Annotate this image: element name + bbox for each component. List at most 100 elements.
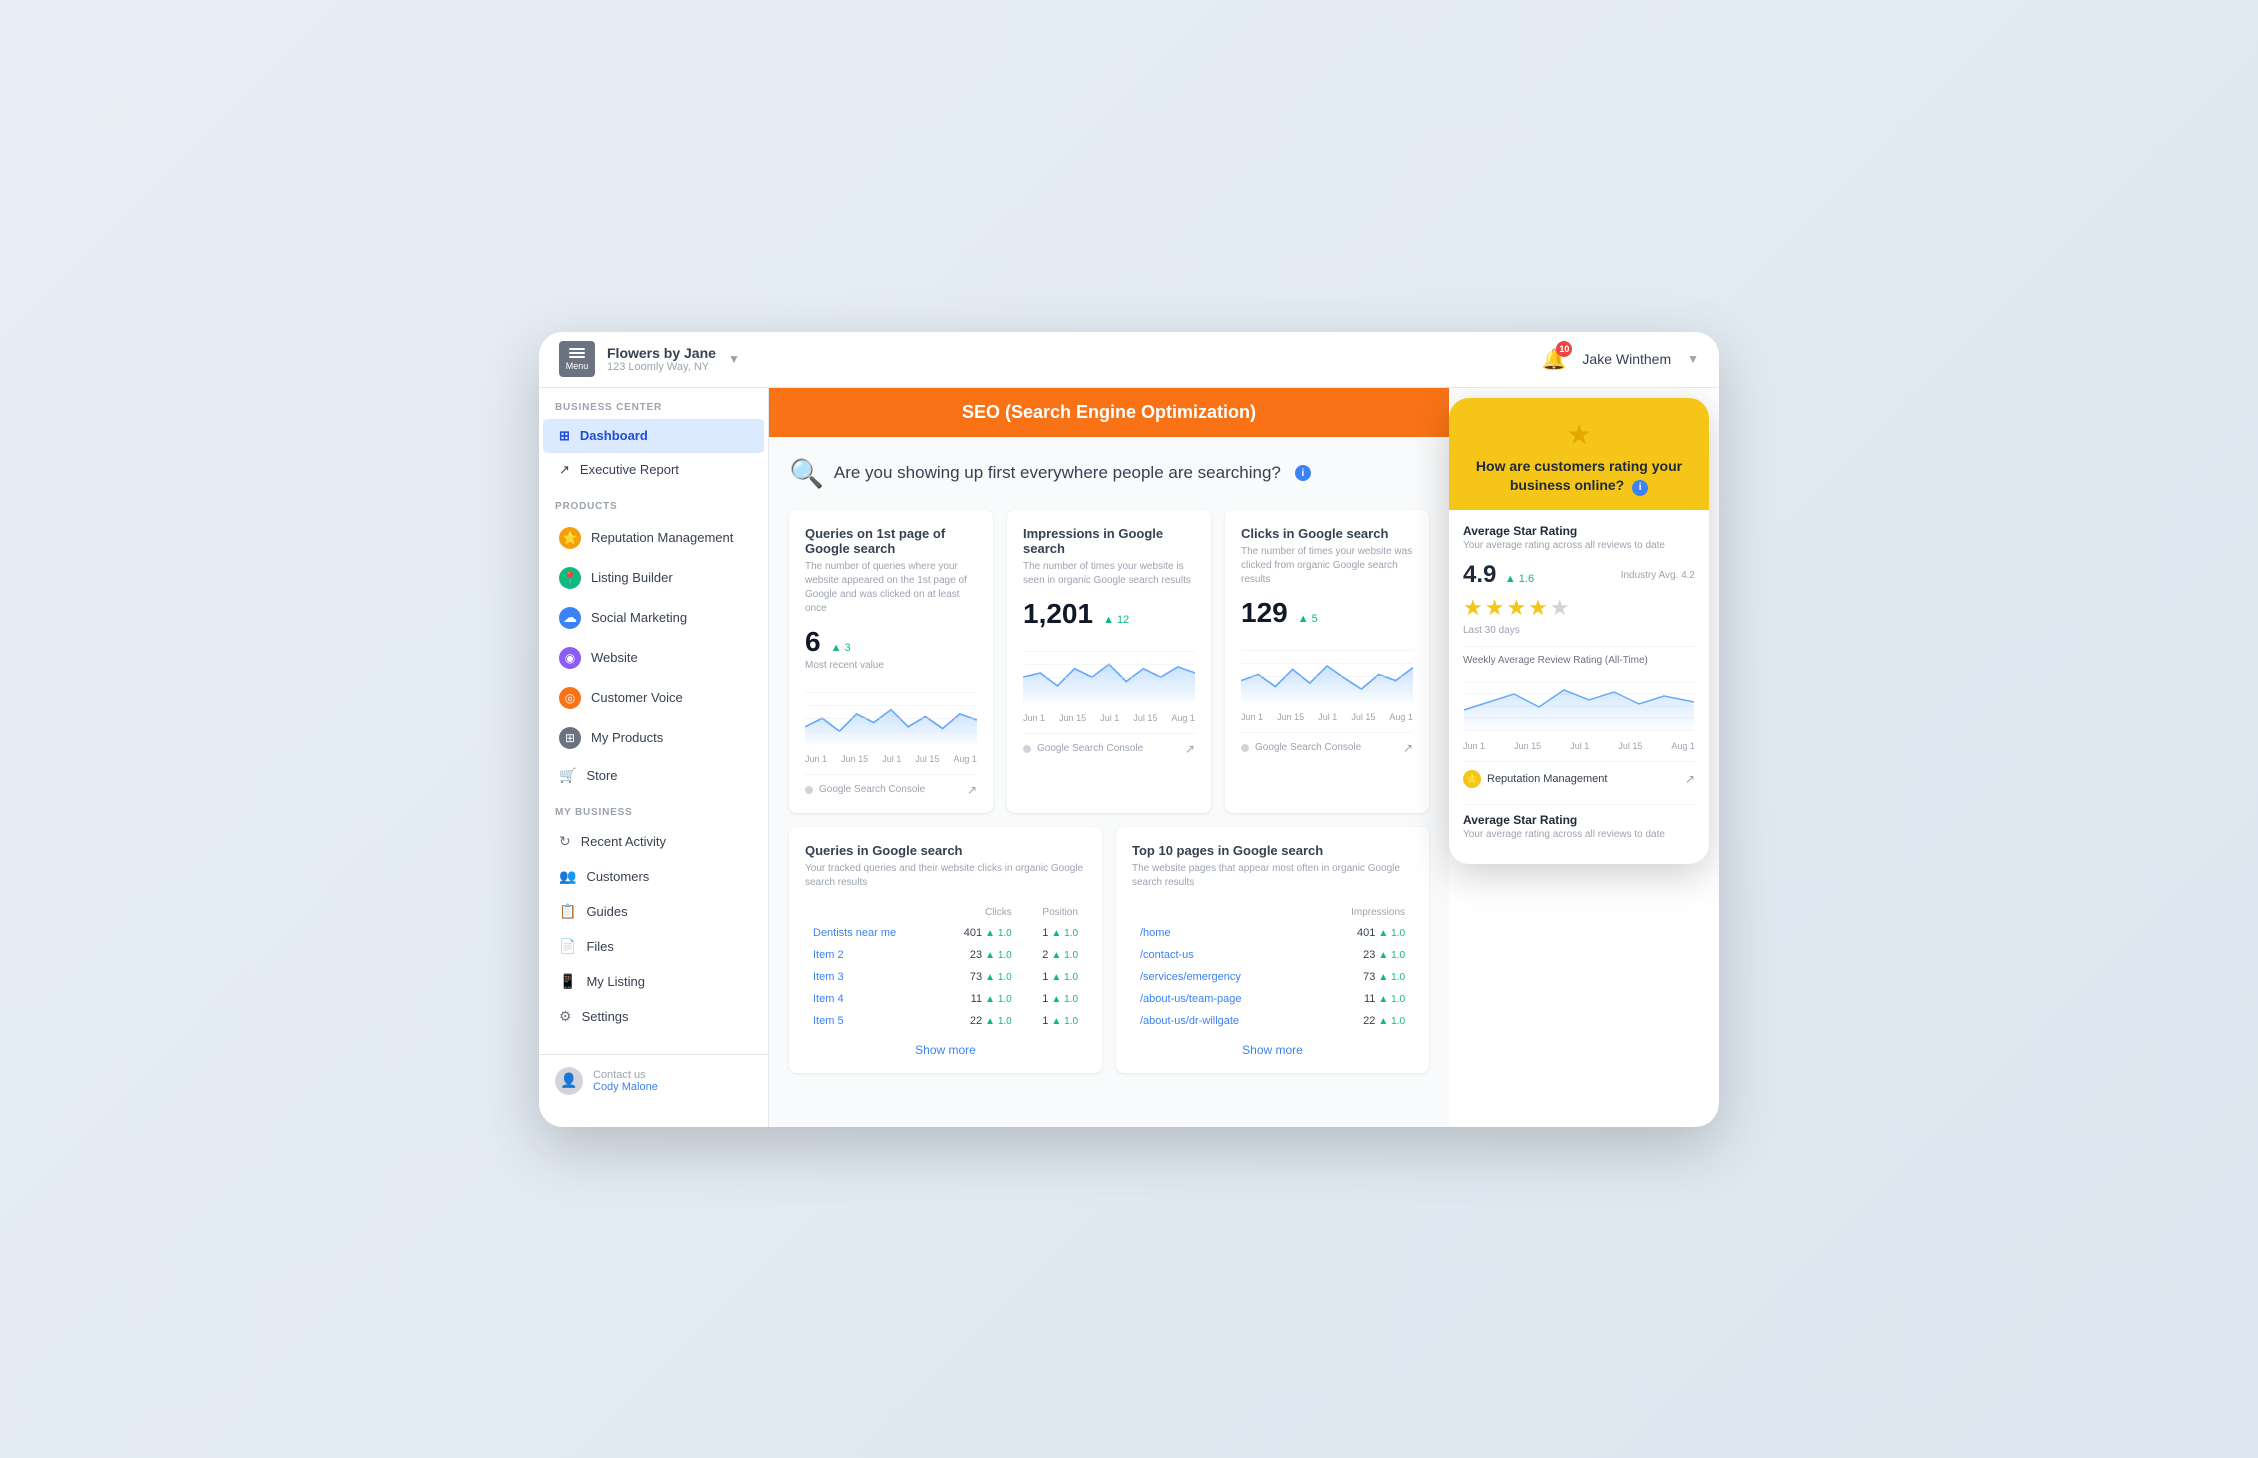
settings-icon: ⚙ xyxy=(559,1008,572,1025)
listing-label: Listing Builder xyxy=(591,570,673,585)
rep-avg-sub: Your average rating across all reviews t… xyxy=(1463,540,1695,551)
recent-activity-label: Recent Activity xyxy=(581,834,666,849)
table-row: /about-us/dr-willgate 22 ▲ 1.0 xyxy=(1134,1011,1411,1031)
notification-bell[interactable]: 🔔 10 xyxy=(1542,347,1567,372)
top-bar: Menu Flowers by Jane 123 Loomly Way, NY … xyxy=(539,332,1719,388)
customer-voice-label: Customer Voice xyxy=(591,690,683,705)
table-row: Item 3 73 ▲ 1.0 1 ▲ 1.0 xyxy=(807,967,1084,987)
top-bar-right: 🔔 10 Jake Winthem ▼ xyxy=(1542,347,1700,372)
sidebar-item-my-listing[interactable]: 📱 My Listing xyxy=(543,964,764,999)
content-area: SEO (Search Engine Optimization) 🔍 Are y… xyxy=(769,388,1449,1127)
sidebar-item-executive-report[interactable]: ↗ Executive Report xyxy=(543,453,764,487)
sidebar-item-social[interactable]: ☁ Social Marketing xyxy=(543,598,764,638)
rep-chart xyxy=(1463,672,1695,732)
queries-show-more[interactable]: Show more xyxy=(805,1043,1086,1057)
rep-stars: ★★★★★ xyxy=(1463,595,1695,621)
notification-count: 10 xyxy=(1556,341,1572,357)
sidebar-item-my-products[interactable]: ⊞ My Products xyxy=(543,718,764,758)
rep-source-row: ⭐ Reputation Management ↗ xyxy=(1463,761,1695,796)
business-name: Flowers by Jane xyxy=(607,345,716,361)
rep-divider2 xyxy=(1463,804,1695,805)
files-label: Files xyxy=(586,939,613,954)
reputation-label: Reputation Management xyxy=(591,530,733,545)
listing-icon: 📍 xyxy=(559,567,581,589)
stat-value-queries: 6 xyxy=(805,626,821,658)
rep-period: Last 30 days xyxy=(1463,625,1695,636)
customer-voice-icon: ◎ xyxy=(559,687,581,709)
rep-divider xyxy=(1463,646,1695,647)
rep-rating-value: 4.9 xyxy=(1463,561,1496,588)
chart-clicks xyxy=(1241,637,1413,707)
contact-section: 👤 Contact us Cody Malone xyxy=(539,1054,768,1107)
pages-table: Impressions /home 401 ▲ 1.0 /contact-us xyxy=(1132,902,1413,1033)
sidebar-item-files[interactable]: 📄 Files xyxy=(543,929,764,964)
user-dropdown-icon[interactable]: ▼ xyxy=(1687,352,1699,366)
rep-chart-xaxis: Jun 1Jun 15Jul 1Jul 15Aug 1 xyxy=(1463,741,1695,751)
rep-avg-title2: Average Star Rating xyxy=(1463,813,1695,827)
sidebar-item-reputation[interactable]: ⭐ Reputation Management xyxy=(543,518,764,558)
reputation-panel: ★ How are customers rating your business… xyxy=(1449,398,1709,865)
sidebar-item-guides[interactable]: 📋 Guides xyxy=(543,894,764,929)
user-name: Jake Winthem xyxy=(1582,351,1671,367)
rep-ext-link[interactable]: ↗ xyxy=(1685,772,1695,786)
queries-table-desc: Your tracked queries and their website c… xyxy=(805,862,1086,890)
top-bar-left: Menu Flowers by Jane 123 Loomly Way, NY … xyxy=(559,341,740,377)
rep-rating-row: 4.9 ▲ 1.6 Industry Avg. 4.2 xyxy=(1463,561,1695,589)
rep-star-icon: ★ xyxy=(1465,418,1693,451)
seo-info-badge[interactable]: i xyxy=(1295,465,1311,481)
stat-card-impressions: Impressions in Google search The number … xyxy=(1007,510,1211,813)
contact-label: Contact us xyxy=(593,1069,658,1081)
business-dropdown-icon[interactable]: ▼ xyxy=(728,352,740,366)
chart-source-clicks: Google Search Console ↗ xyxy=(1241,732,1413,755)
queries-table-title: Queries in Google search xyxy=(805,843,1086,858)
stat-title-queries: Queries on 1st page of Google search xyxy=(805,526,977,556)
sidebar-item-dashboard[interactable]: ⊞ Dashboard xyxy=(543,419,764,453)
stat-card-queries: Queries on 1st page of Google search The… xyxy=(789,510,993,813)
sidebar-executive-label: Executive Report xyxy=(580,462,679,477)
sidebar-item-customers[interactable]: 👥 Customers xyxy=(543,859,764,894)
pages-table-desc: The website pages that appear most often… xyxy=(1132,862,1413,890)
main-layout: BUSINESS CENTER ⊞ Dashboard ↗ Executive … xyxy=(539,388,1719,1127)
stat-recent-queries: Most recent value xyxy=(805,660,977,671)
social-label: Social Marketing xyxy=(591,610,687,625)
seo-question: Are you showing up first everywhere peop… xyxy=(834,463,1281,483)
rep-info-badge[interactable]: i xyxy=(1632,480,1648,496)
website-icon: ◉ xyxy=(559,647,581,669)
sidebar-item-settings[interactable]: ⚙ Settings xyxy=(543,999,764,1034)
sidebar-item-website[interactable]: ◉ Website xyxy=(543,638,764,678)
rep-rating-delta: ▲ 1.6 xyxy=(1505,573,1534,585)
table-row: /contact-us 23 ▲ 1.0 xyxy=(1134,945,1411,965)
stat-delta-impressions: 12 xyxy=(1103,614,1129,626)
table-row: Item 5 22 ▲ 1.0 1 ▲ 1.0 xyxy=(807,1011,1084,1031)
pages-table-title: Top 10 pages in Google search xyxy=(1132,843,1413,858)
seo-search-icon: 🔍 xyxy=(789,457,824,490)
chart-impressions xyxy=(1023,638,1195,708)
sidebar-item-listing[interactable]: 📍 Listing Builder xyxy=(543,558,764,598)
stat-delta-queries: 3 xyxy=(831,642,851,654)
table-row: /about-us/team-page 11 ▲ 1.0 xyxy=(1134,989,1411,1009)
sidebar-section-business-center: BUSINESS CENTER xyxy=(539,388,768,419)
my-listing-label: My Listing xyxy=(586,974,645,989)
queries-table: Clicks Position Dentists near me 401 ▲ 1… xyxy=(805,902,1086,1033)
stat-value-clicks: 129 xyxy=(1241,597,1288,629)
store-label: Store xyxy=(586,768,617,783)
pages-show-more[interactable]: Show more xyxy=(1132,1043,1413,1057)
business-address: 123 Loomly Way, NY xyxy=(607,361,716,373)
sidebar-item-recent-activity[interactable]: ↻ Recent Activity xyxy=(543,824,764,859)
sidebar-item-customer-voice[interactable]: ◎ Customer Voice xyxy=(543,678,764,718)
sidebar: BUSINESS CENTER ⊞ Dashboard ↗ Executive … xyxy=(539,388,769,1127)
recent-activity-icon: ↻ xyxy=(559,833,571,850)
social-icon: ☁ xyxy=(559,607,581,629)
seo-hero: 🔍 Are you showing up first everywhere pe… xyxy=(789,457,1429,490)
stat-desc-clicks: The number of times your website was cli… xyxy=(1241,545,1413,587)
sidebar-item-store[interactable]: 🛒 Store xyxy=(543,758,764,793)
stat-card-clicks: Clicks in Google search The number of ti… xyxy=(1225,510,1429,813)
my-listing-icon: 📱 xyxy=(559,973,576,990)
rep-source-label: Reputation Management xyxy=(1487,773,1607,785)
device-frame: Menu Flowers by Jane 123 Loomly Way, NY … xyxy=(539,332,1719,1127)
rep-header: ★ How are customers rating your business… xyxy=(1449,398,1709,511)
stat-desc-impressions: The number of times your website is seen… xyxy=(1023,560,1195,588)
menu-button[interactable]: Menu xyxy=(559,341,595,377)
chart-source-queries: Google Search Console ↗ xyxy=(805,774,977,797)
contact-info: Contact us Cody Malone xyxy=(593,1069,658,1093)
